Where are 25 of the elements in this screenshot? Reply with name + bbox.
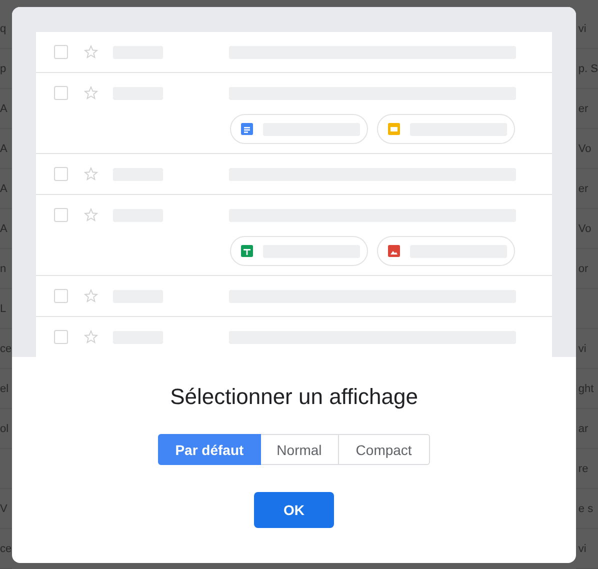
- checkbox[interactable]: [54, 86, 68, 100]
- checkbox[interactable]: [54, 289, 68, 303]
- dialog-title: Sélectionner un affichage: [170, 384, 418, 410]
- checkbox[interactable]: [54, 167, 68, 181]
- document-icon: [240, 122, 254, 136]
- star-icon[interactable]: [82, 288, 99, 304]
- checkbox[interactable]: [54, 45, 68, 59]
- checkbox[interactable]: [54, 208, 68, 222]
- view-option[interactable]: Compact: [338, 434, 430, 465]
- view-option[interactable]: Par défaut: [158, 434, 261, 465]
- star-icon[interactable]: [82, 85, 99, 101]
- star-icon[interactable]: [82, 207, 99, 223]
- checkbox[interactable]: [54, 330, 68, 344]
- ok-button[interactable]: OK: [254, 492, 334, 528]
- spreadsheet-icon: [240, 244, 254, 258]
- slides-icon: [386, 122, 401, 136]
- view-option[interactable]: Normal: [260, 434, 339, 465]
- attachment-chip[interactable]: [376, 114, 515, 144]
- attachment-chip[interactable]: [230, 236, 368, 266]
- attachment-chip[interactable]: [230, 114, 368, 144]
- star-icon[interactable]: [82, 166, 99, 182]
- image-icon: [386, 244, 401, 258]
- star-icon[interactable]: [82, 329, 99, 345]
- attachment-chip[interactable]: [376, 236, 515, 266]
- star-icon[interactable]: [82, 44, 99, 60]
